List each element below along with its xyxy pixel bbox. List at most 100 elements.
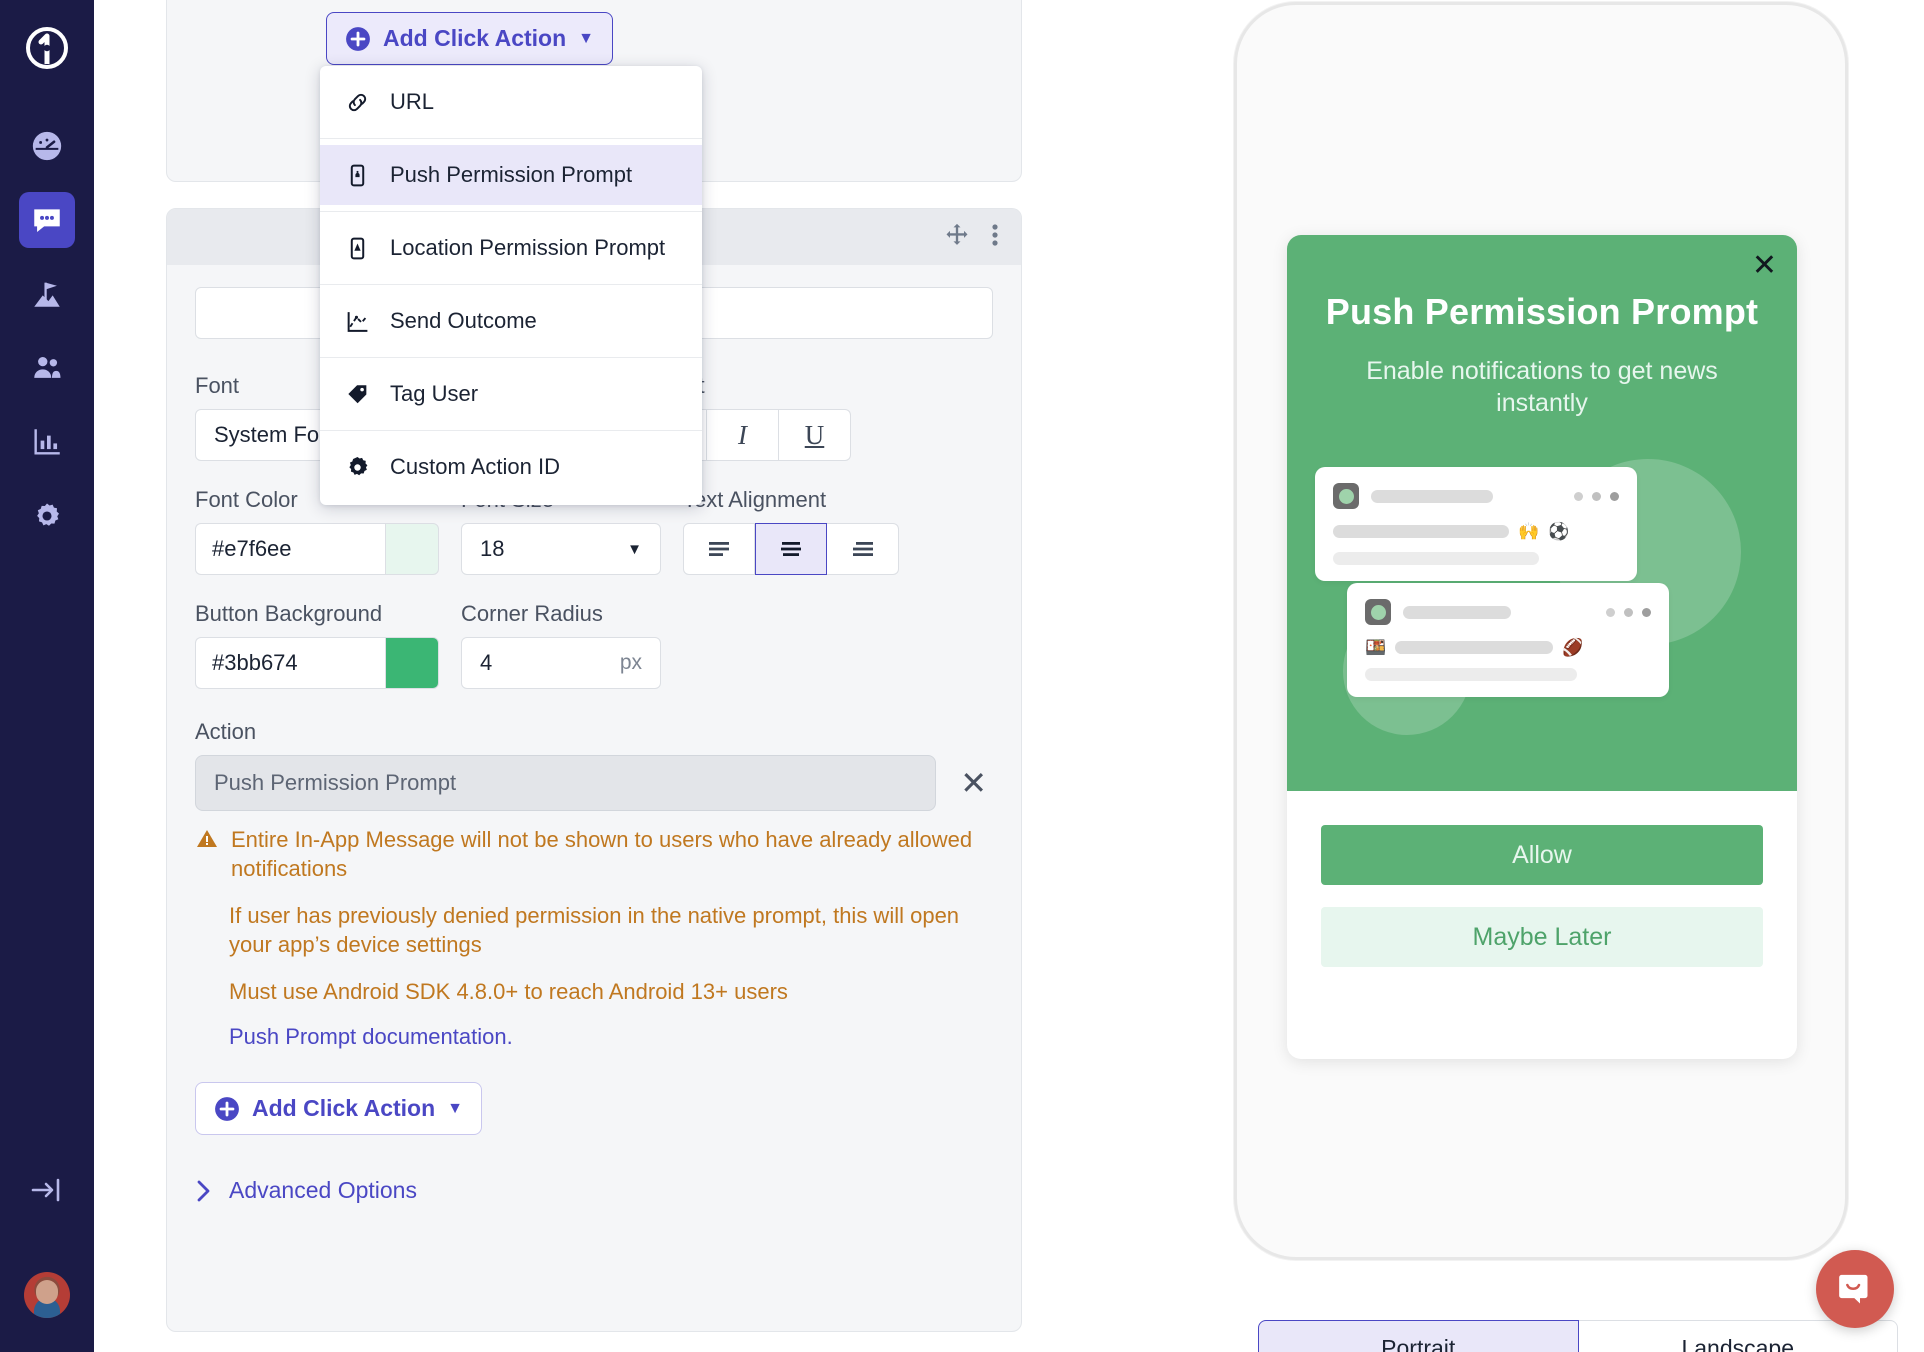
font-color-control[interactable]: #e7f6ee <box>195 523 439 575</box>
warning-text: If user has previously denied permission… <box>229 903 960 958</box>
chevron-down-icon: ▼ <box>578 29 595 47</box>
button-background-value[interactable]: #3bb674 <box>195 637 385 689</box>
warning-line: Must use Android SDK 4.8.0+ to reach And… <box>195 977 993 1006</box>
settings-icon <box>37 503 59 526</box>
iam-actions: Allow Maybe Later <box>1287 791 1797 967</box>
dropdown-item-custom-action-id[interactable]: Custom Action ID <box>320 437 702 497</box>
italic-button[interactable]: I <box>707 409 779 461</box>
dropdown-item-url[interactable]: URL <box>320 72 702 132</box>
dropdown-item-label: Tag User <box>390 381 479 406</box>
intercom-chat-icon <box>1839 1274 1868 1304</box>
iam-hero: ✕ Push Permission Prompt Enable notifica… <box>1287 235 1797 791</box>
add-click-action-button-bottom[interactable]: Add Click Action ▼ <box>195 1082 483 1136</box>
left-sidebar <box>0 0 94 1352</box>
font-color-swatch[interactable] <box>385 523 439 575</box>
plus-circle-icon <box>215 1096 239 1121</box>
collapse-arrow-icon <box>31 1178 60 1202</box>
corner-radius-value: 4 <box>480 650 493 675</box>
advanced-options-label: Advanced Options <box>229 1177 417 1204</box>
text-alignment-field: Text Alignment <box>683 487 899 575</box>
allow-button[interactable]: Allow <box>1321 825 1763 885</box>
notification-card-line: 🙌 ⚽ <box>1333 523 1619 540</box>
intercom-chat-button[interactable] <box>1816 1250 1894 1328</box>
corner-radius-input[interactable]: 4 px <box>461 637 661 689</box>
font-size-select[interactable]: 18 ▼ <box>461 523 661 575</box>
warning-text: Must use Android SDK 4.8.0+ to reach And… <box>229 979 788 1005</box>
chevron-down-icon: ▼ <box>447 1099 464 1117</box>
align-right-button[interactable] <box>827 523 899 575</box>
iam-subtitle: Enable notifications to get news instant… <box>1366 357 1718 417</box>
align-center-button[interactable] <box>755 523 827 575</box>
push-prompt-documentation-link[interactable]: Push Prompt documentation. <box>195 1024 993 1050</box>
sidebar-item-audience[interactable] <box>19 340 75 396</box>
action-label: Action <box>195 719 257 744</box>
text-alignment-group <box>683 523 899 575</box>
dropdown-item-send-outcome[interactable]: Send Outcome <box>320 291 702 351</box>
font-color-value[interactable]: #e7f6ee <box>195 523 385 575</box>
dropdown-item-tag-user[interactable]: Tag User <box>320 364 702 424</box>
warning-line: Entire In-App Message will not be shown … <box>195 825 993 883</box>
dropdown-item-push-permission-prompt[interactable]: Push Permission Prompt <box>320 145 702 205</box>
notification-card-line: 🍱 🏈 <box>1365 639 1651 656</box>
dropdown-divider <box>320 138 702 139</box>
editor-column: Add Click Action ▼ URL Push Permission P… <box>130 0 1140 1352</box>
underline-button[interactable]: U <box>779 409 851 461</box>
in-app-message-preview: ✕ Push Permission Prompt Enable notifica… <box>1287 235 1797 1059</box>
add-click-action-wrap-bottom: Add Click Action ▼ <box>195 1082 483 1136</box>
background-radius-row: Button Background #3bb674 Corner Radius … <box>195 601 993 689</box>
placeholder-bar <box>1333 525 1509 538</box>
tab-portrait[interactable]: Portrait <box>1258 1320 1579 1352</box>
emoji-raising-hands: 🙌 <box>1518 522 1540 541</box>
placeholder-bar <box>1395 641 1554 654</box>
button-background-swatch[interactable] <box>385 637 439 689</box>
gear-icon <box>344 455 370 480</box>
button-background-control[interactable]: #3bb674 <box>195 637 439 689</box>
sidebar-item-analytics[interactable] <box>19 414 75 470</box>
sidebar-item-dashboard[interactable] <box>19 118 75 174</box>
notification-card-head <box>1333 483 1619 509</box>
action-row: Push Permission Prompt ✕ <box>195 755 993 811</box>
click-action-dropdown-menu[interactable]: URL Push Permission Prompt Location Perm… <box>320 66 702 505</box>
sidebar-item-journeys[interactable] <box>19 266 75 322</box>
emoji-bento-box: 🍱 <box>1365 638 1387 657</box>
placeholder-bar <box>1403 605 1511 619</box>
sidebar-item-settings[interactable] <box>19 488 75 544</box>
app-icon <box>1365 599 1391 625</box>
notification-illustration-card: 🙌 ⚽ <box>1315 467 1637 581</box>
placeholder-bar <box>1333 552 1539 565</box>
dropdown-divider <box>320 430 702 431</box>
sidebar-item-messages[interactable] <box>19 192 75 248</box>
maybe-later-button[interactable]: Maybe Later <box>1321 907 1763 967</box>
dropdown-item-location-permission-prompt[interactable]: Location Permission Prompt <box>320 218 702 278</box>
dropdown-divider <box>320 211 702 212</box>
orientation-tab-group: Portrait Landscape <box>1258 1320 1898 1352</box>
messages-icon <box>34 209 60 233</box>
onesignal-logo[interactable] <box>19 22 75 78</box>
corner-radius-unit: px <box>619 651 642 674</box>
analytics-icon <box>34 429 60 455</box>
dropdown-item-label: Send Outcome <box>390 308 537 333</box>
action-value-pill[interactable]: Push Permission Prompt <box>195 755 937 811</box>
sidebar-collapse-button[interactable] <box>19 1162 75 1218</box>
remove-action-button[interactable]: ✕ <box>954 767 993 799</box>
notification-illustration-card: 🍱 🏈 <box>1347 583 1669 697</box>
plus-circle-icon <box>346 26 370 51</box>
add-click-action-label-top: Add Click Action <box>383 25 567 51</box>
warning-line: If user has previously denied permission… <box>195 901 993 959</box>
avatar[interactable] <box>24 1272 70 1318</box>
dropdown-item-label: Push Permission Prompt <box>390 162 633 187</box>
advanced-options-toggle[interactable]: Advanced Options <box>195 1177 993 1204</box>
dropdown-divider <box>320 357 702 358</box>
app-icon <box>1333 483 1359 509</box>
link-icon <box>344 90 370 115</box>
corner-radius-field: Corner Radius 4 px <box>461 601 661 689</box>
dropdown-divider <box>320 284 702 285</box>
dropdown-item-label: Location Permission Prompt <box>390 235 666 260</box>
move-icon[interactable] <box>943 221 971 254</box>
warning-text: Entire In-App Message will not be shown … <box>231 827 973 882</box>
add-click-action-button-top[interactable]: Add Click Action ▼ <box>326 12 614 65</box>
kebab-menu-icon[interactable] <box>991 221 999 254</box>
close-icon[interactable]: ✕ <box>1752 251 1777 281</box>
align-left-button[interactable] <box>683 523 755 575</box>
dashboard-icon <box>32 131 62 161</box>
